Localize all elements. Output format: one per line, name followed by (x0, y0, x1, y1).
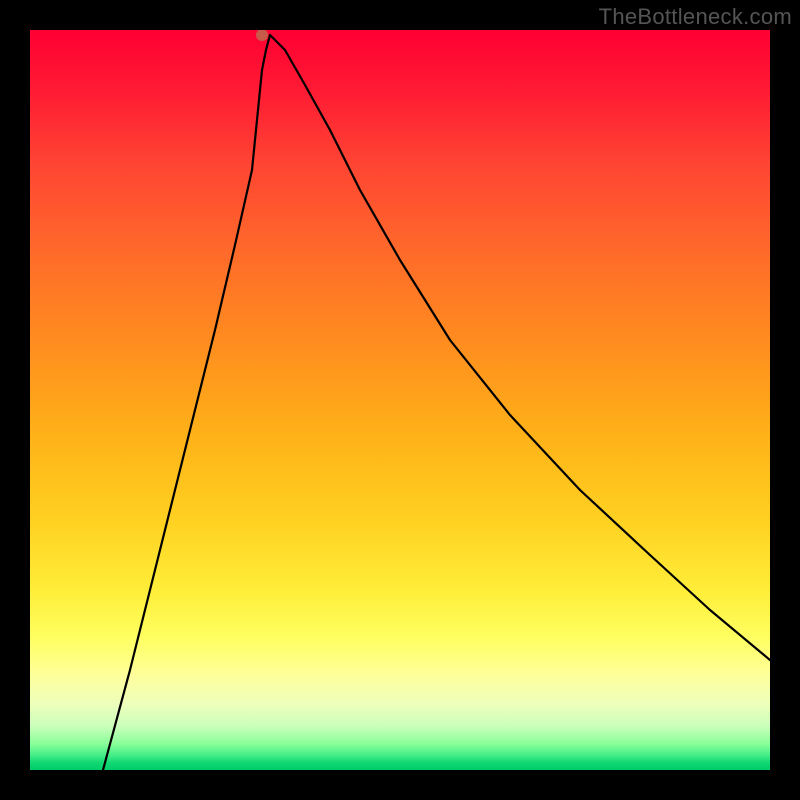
chart-frame: TheBottleneck.com (0, 0, 800, 800)
watermark-text: TheBottleneck.com (599, 4, 792, 30)
plot-area (30, 30, 770, 770)
